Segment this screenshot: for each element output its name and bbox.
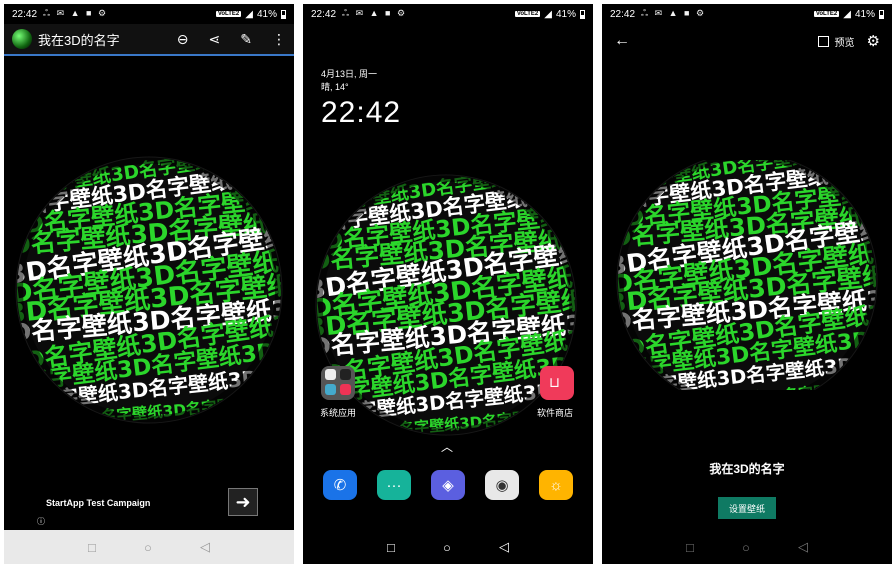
app-logo-icon [12,29,32,49]
preview-label: 预览 [834,37,855,49]
sphere-wallpaper: 3D名字壁纸3D名字壁纸3D名字壁纸3D名字壁纸 3D名字壁纸3D名字壁纸3D名字… [309,168,583,443]
weather-text: 晴, 14° [321,82,349,92]
back-nav-icon[interactable]: ◁ [798,539,808,555]
app-toolbar: 我在3D的名字 ⊖ ⋖ ✎ ⋮ [4,24,294,56]
wrench-icon[interactable]: ✎ [240,31,252,48]
app-drawer-caret-icon[interactable]: ︿ [441,438,453,455]
clock-widget[interactable]: 22:42 [321,96,401,130]
sphere-wallpaper: 3D名字壁纸3D名字壁纸3D名字壁纸3D名字壁纸 3D名字壁纸3D名字壁纸3D名字… [610,146,884,415]
battery-percent: 41% [256,8,277,20]
system-apps-folder[interactable] [321,366,355,400]
ad-banner[interactable]: StartApp Test Campaign ➜ ⓘ [4,488,294,530]
home-icon[interactable]: ○ [144,540,152,555]
date-text: 4月13日, 周一 [321,69,378,79]
battery-percent: 41% [555,8,576,20]
signal-icon: ◢ [245,8,253,20]
set-wallpaper-button[interactable]: 设置壁纸 [718,497,776,519]
status-time: 22:42 [311,8,337,20]
name-sphere: 3D名字壁纸3D名字壁纸3D名字壁纸3D名字壁纸3D名字壁纸3D名字壁纸3D名字… [309,168,583,442]
app-title: 我在3D的名字 [38,32,120,48]
home-icon[interactable]: ○ [443,540,451,555]
nav-bar: □ ○ ◁ [4,530,294,564]
status-bar: 22:42 ஃ ✉ ▲ ■ ⚙ VoLTE2 ◢ 41% [602,4,892,24]
gallery-mini-icon [340,369,351,380]
volte-badge: VoLTE2 [215,11,242,17]
recents-icon[interactable]: □ [686,540,694,555]
wallpaper-name: 我在3D的名字 [709,462,785,476]
dropdown-icon[interactable]: ⊖ [177,31,189,48]
camera-app-icon[interactable]: ◉ [485,470,519,500]
preview-toolbar: ← 预览 ⚙ [602,32,892,50]
nav-bar: □ ○ ◁ [602,530,892,564]
calendar-mini-icon [340,384,351,395]
ad-text: StartApp Test Campaign [46,498,151,508]
preview-checkbox[interactable] [817,35,829,47]
status-time: 22:42 [610,8,636,20]
ad-info-icon[interactable]: ⓘ [37,516,45,527]
status-bar: 22:42 ஃ ✉ ▲ ■ ⚙ VoLTE2 ◢ 41% [4,4,294,24]
weather-mini-icon [325,384,336,395]
status-bar: 22:42 ஃ ✉ ▲ ■ ⚙ VoLTE2 ◢ 41% [303,4,593,24]
share-icon[interactable]: ⋖ [209,31,221,48]
folder-label: 系统应用 [320,408,357,418]
volte-badge: VoLTE2 [514,11,541,17]
battery-percent: 41% [854,8,875,20]
more-options-icon[interactable]: ⋮ [272,31,286,48]
name-sphere: 3D名字壁纸3D名字壁纸3D名字壁纸3D名字壁纸3D名字壁纸3D名字壁纸3D名字… [9,150,289,430]
signal-icon: ◢ [843,8,851,20]
volte-badge: VoLTE2 [813,11,840,17]
recents-icon[interactable]: □ [88,540,96,555]
notification-icons: ஃ ✉ ▲ ■ ⚙ [342,8,408,18]
app-screen: 22:42 ஃ ✉ ▲ ■ ⚙ VoLTE2 ◢ 41% 我在3D的名字 ⊖ ⋖… [4,4,294,564]
status-time: 22:42 [12,8,38,20]
nav-bar: □ ○ ◁ [303,530,593,564]
gallery-app-icon[interactable]: ◈ [431,470,465,500]
sphere-3d-preview: 3D名字壁纸3D名字壁纸3D名字壁纸3D名字壁纸 3D名字壁纸3D名字壁纸3D名字… [9,150,289,431]
settings-mini-icon [325,369,336,380]
name-sphere: 3D名字壁纸3D名字壁纸3D名字壁纸3D名字壁纸3D名字壁纸3D名字壁纸3D名字… [610,146,884,415]
battery-icon [879,9,884,19]
back-arrow-icon[interactable]: ← [614,32,630,50]
home-icon[interactable]: ○ [742,540,750,555]
store-label: 软件商店 [537,408,574,418]
ad-arrow-button[interactable]: ➜ [228,488,258,516]
signal-icon: ◢ [544,8,552,20]
theme-app-icon[interactable]: ☼ [539,470,573,500]
battery-icon [281,9,286,19]
recents-icon[interactable]: □ [387,540,395,555]
phone-app-icon[interactable]: ✆ [323,470,357,500]
home-screen: 22:42 ஃ ✉ ▲ ■ ⚙ VoLTE2 ◢ 41% 4月13日, 周一 晴… [303,4,593,564]
notification-icons: ஃ ✉ ▲ ■ ⚙ [43,8,109,18]
messages-app-icon[interactable]: ··· [377,470,411,500]
bag-icon: ⊔ [549,374,560,390]
back-nav-icon[interactable]: ◁ [200,539,210,555]
gear-icon[interactable]: ⚙ [867,32,880,50]
date-widget[interactable]: 4月13日, 周一 晴, 14° [321,68,377,94]
notification-icons: ஃ ✉ ▲ ■ ⚙ [641,8,707,18]
wallpaper-preview-screen: 22:42 ஃ ✉ ▲ ■ ⚙ VoLTE2 ◢ 41% ← 预览 ⚙ 3D名字… [602,4,892,564]
app-store-icon[interactable]: ⊔ [540,366,574,400]
battery-icon [580,9,585,19]
back-nav-icon[interactable]: ◁ [499,539,509,555]
